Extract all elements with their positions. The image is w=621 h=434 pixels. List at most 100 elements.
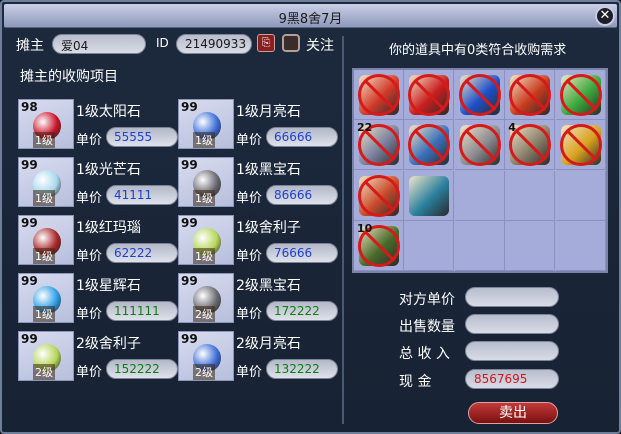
- price-label: 单价: [76, 307, 103, 322]
- product-name: 2级舍利子: [76, 336, 141, 352]
- inventory-slot[interactable]: [354, 70, 404, 120]
- title-bar[interactable]: 9黑8舍7月 ✕: [4, 4, 617, 28]
- inventory-slot[interactable]: [555, 221, 606, 272]
- product-name: 1级星辉石: [76, 278, 141, 294]
- copy-id-icon[interactable]: ⎘: [257, 34, 275, 52]
- not-allowed-icon: [408, 124, 451, 167]
- product-name: 1级光芒石: [76, 162, 141, 178]
- product-level: 1级: [33, 248, 55, 264]
- product-quantity: 99: [181, 158, 198, 172]
- not-allowed-icon: [358, 174, 400, 217]
- product-quantity: 98: [21, 100, 38, 114]
- product-level: 2级: [193, 364, 215, 380]
- price-label: 单价: [236, 133, 263, 148]
- product-tile[interactable]: 99 1级: [18, 157, 74, 207]
- inventory-grid: 22 4 10: [352, 68, 608, 273]
- price-label: 单价: [76, 133, 103, 148]
- follow-checkbox[interactable]: [282, 34, 300, 52]
- product-tile[interactable]: 98 1级: [18, 99, 74, 149]
- inventory-slot[interactable]: 10: [354, 221, 404, 272]
- price-label: 单价: [236, 307, 263, 322]
- product-tile[interactable]: 99 1级: [178, 99, 234, 149]
- product-level: 1级: [33, 190, 55, 206]
- not-allowed-icon: [358, 74, 400, 116]
- inventory-slot[interactable]: [555, 170, 606, 221]
- panel-divider: [342, 36, 344, 424]
- product-level: 1级: [193, 132, 215, 148]
- product-name: 1级红玛瑙: [76, 220, 141, 236]
- product-quantity: 99: [181, 216, 198, 230]
- price-label: 单价: [236, 365, 263, 380]
- owner-name-field: 爱04: [52, 34, 146, 54]
- inventory-slot[interactable]: [404, 120, 455, 171]
- cash-label: 现 金: [399, 374, 432, 390]
- product-tile[interactable]: 99 1级: [178, 157, 234, 207]
- price-label: 单价: [236, 191, 263, 206]
- inventory-slot[interactable]: [505, 221, 556, 272]
- inventory-slot[interactable]: [404, 221, 455, 272]
- price-value: 41111: [106, 185, 178, 205]
- not-allowed-icon: [559, 74, 602, 116]
- price-value: 62222: [106, 243, 178, 263]
- product-level: 2级: [193, 306, 215, 322]
- product-level: 1级: [33, 306, 55, 322]
- stall-window: 9黑8舍7月 ✕ 摊主 爱04 ID 21490933 ⎘ 关注 摊主的收购项目…: [0, 0, 621, 434]
- product-name: 1级太阳石: [76, 104, 141, 120]
- price-value: 66666: [266, 127, 338, 147]
- product-tile[interactable]: 99 1级: [178, 215, 234, 265]
- quantity-label: 出售数量: [399, 319, 455, 335]
- inventory-slot[interactable]: [354, 170, 404, 221]
- not-allowed-icon: [458, 74, 501, 116]
- close-icon[interactable]: ✕: [595, 6, 615, 26]
- product-level: 2级: [33, 364, 55, 380]
- product-name: 1级黑宝石: [236, 162, 301, 178]
- product-name: 2级黑宝石: [236, 278, 301, 294]
- inventory-slot[interactable]: [454, 221, 505, 272]
- price-label: 单价: [76, 249, 103, 264]
- product-quantity: 99: [181, 274, 198, 288]
- cash-field: 8567695: [465, 369, 559, 389]
- inventory-slot[interactable]: [505, 170, 556, 221]
- quantity-field[interactable]: [465, 314, 559, 334]
- product-name: 1级舍利子: [236, 220, 301, 236]
- product-tile[interactable]: 99 2级: [178, 331, 234, 381]
- total-income-label: 总 收 入: [399, 346, 450, 362]
- product-tile[interactable]: 99 2级: [18, 331, 74, 381]
- item-count: 22: [357, 121, 373, 135]
- inventory-slot[interactable]: [454, 120, 505, 171]
- inventory-slot[interactable]: 22: [354, 120, 404, 171]
- inventory-slot[interactable]: [404, 170, 455, 221]
- sell-button[interactable]: 卖出: [468, 402, 558, 424]
- product-quantity: 99: [21, 332, 38, 346]
- inventory-slot[interactable]: 4: [505, 120, 556, 171]
- id-label: ID: [156, 36, 169, 50]
- follow-label: 关注: [306, 38, 334, 54]
- inventory-slot[interactable]: [555, 70, 606, 120]
- product-quantity: 99: [21, 274, 38, 288]
- inventory-slot[interactable]: [505, 70, 556, 120]
- price-label: 单价: [76, 365, 103, 380]
- price-value: 172222: [266, 301, 338, 321]
- inventory-slot[interactable]: [454, 70, 505, 120]
- product-level: 1级: [33, 132, 55, 148]
- inventory-slot[interactable]: [454, 170, 505, 221]
- purchase-items-title: 摊主的收购项目: [20, 69, 118, 85]
- inventory-slot[interactable]: [404, 70, 455, 120]
- not-allowed-icon: [408, 74, 451, 116]
- inventory-slot[interactable]: [555, 120, 606, 171]
- price-value: 111111: [106, 301, 178, 321]
- item-count: 4: [508, 121, 516, 135]
- product-tile[interactable]: 99 1级: [18, 273, 74, 323]
- unit-price-label: 对方单价: [399, 292, 455, 308]
- product-tile[interactable]: 99 2级: [178, 273, 234, 323]
- id-field: 21490933: [176, 34, 252, 54]
- product-tile[interactable]: 99 1级: [18, 215, 74, 265]
- product-quantity: 99: [21, 216, 38, 230]
- product-quantity: 99: [21, 158, 38, 172]
- product-name: 2级月亮石: [236, 336, 301, 352]
- inventory-header: 你的道具中有0类符合收购需求: [389, 43, 567, 58]
- price-value: 132222: [266, 359, 338, 379]
- price-value: 76666: [266, 243, 338, 263]
- unit-price-field: [465, 287, 559, 307]
- window-title: 9黑8舍7月: [278, 12, 343, 27]
